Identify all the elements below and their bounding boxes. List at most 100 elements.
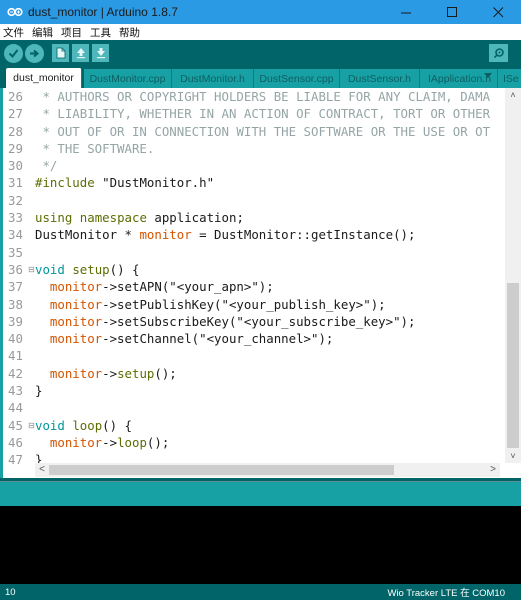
code-line[interactable]: * OUT OF OR IN CONNECTION WITH THE SOFTW… bbox=[35, 123, 497, 140]
line-number-text: 47 bbox=[8, 452, 23, 468]
vertical-scroll-thumb[interactable] bbox=[507, 283, 519, 448]
code-token: void bbox=[35, 417, 65, 433]
code-line[interactable]: } bbox=[35, 382, 497, 399]
scroll-up-icon[interactable]: ˄ bbox=[505, 88, 521, 102]
tab-iapplication-h[interactable]: IApplication.h bbox=[420, 69, 498, 88]
code-line[interactable]: void setup() { bbox=[35, 261, 497, 278]
line-number: 39 bbox=[3, 313, 35, 330]
line-number: 43 bbox=[3, 382, 35, 399]
line-number-text: 26 bbox=[8, 89, 23, 104]
menu-sketch[interactable]: 项目 bbox=[61, 25, 82, 40]
code-line[interactable]: #include "DustMonitor.h" bbox=[35, 174, 497, 191]
code-line[interactable] bbox=[35, 399, 497, 416]
line-number: 28 bbox=[3, 123, 35, 140]
code-line[interactable]: */ bbox=[35, 157, 497, 174]
line-number-text: 37 bbox=[8, 279, 23, 295]
menu-edit[interactable]: 编辑 bbox=[32, 25, 53, 40]
line-number: 40 bbox=[3, 330, 35, 347]
line-number-text: 40 bbox=[8, 331, 23, 347]
code-token: monitor bbox=[49, 296, 103, 312]
menu-file[interactable]: 文件 bbox=[3, 25, 24, 40]
code-token: */ bbox=[35, 158, 58, 174]
code-token: setup bbox=[117, 365, 155, 381]
upload-button[interactable] bbox=[25, 44, 44, 63]
vertical-scrollbar[interactable]: ˄ ˅ bbox=[505, 88, 521, 463]
scroll-down-icon[interactable]: ˅ bbox=[505, 449, 521, 463]
line-number: 44 bbox=[3, 399, 35, 416]
code-line[interactable]: DustMonitor * monitor = DustMonitor::get… bbox=[35, 226, 497, 243]
tab-dust-monitor[interactable]: dust_monitor bbox=[6, 68, 82, 88]
close-icon bbox=[492, 6, 503, 17]
scroll-left-icon[interactable]: < bbox=[35, 463, 49, 477]
code-line[interactable]: monitor->loop(); bbox=[35, 434, 497, 451]
code-line[interactable]: void loop() { bbox=[35, 417, 497, 434]
code-line[interactable]: * AUTHORS OR COPYRIGHT HOLDERS BE LIABLE… bbox=[35, 88, 497, 105]
horizontal-scroll-thumb[interactable] bbox=[49, 465, 394, 475]
code-line[interactable]: monitor->setPublishKey("<your_publish_ke… bbox=[35, 296, 497, 313]
tab-menu-dropdown-icon[interactable] bbox=[484, 73, 492, 78]
horizontal-scrollbar[interactable]: < > bbox=[35, 463, 500, 477]
line-number-text: 46 bbox=[8, 434, 23, 450]
line-number-text: 39 bbox=[8, 313, 23, 329]
code-token: monitor bbox=[49, 331, 103, 347]
title-bar: dust_monitor | Arduino 1.8.7 bbox=[0, 0, 521, 24]
fold-toggle-icon[interactable]: ⊟ bbox=[28, 417, 35, 434]
code-token: -> bbox=[102, 365, 118, 381]
code-token: ->setSubscribeKey("<your_subscribe_key>"… bbox=[102, 313, 416, 329]
code-token: monitor bbox=[49, 313, 103, 329]
verify-button[interactable] bbox=[4, 44, 23, 63]
maximize-icon bbox=[446, 6, 457, 17]
toolbar bbox=[0, 40, 521, 66]
code-line[interactable]: monitor->setAPN("<your_apn>"); bbox=[35, 278, 497, 295]
code-token: void bbox=[35, 261, 65, 277]
code-line[interactable]: using namespace application; bbox=[35, 209, 497, 226]
code-area[interactable]: * AUTHORS OR COPYRIGHT HOLDERS BE LIABLE… bbox=[35, 88, 497, 463]
line-number: 26 bbox=[3, 88, 35, 105]
maximize-button[interactable] bbox=[429, 0, 475, 24]
code-line[interactable] bbox=[35, 244, 497, 261]
code-line[interactable] bbox=[35, 192, 497, 209]
code-token: * THE SOFTWARE. bbox=[35, 140, 155, 156]
menu-help[interactable]: 帮助 bbox=[119, 25, 140, 40]
code-token: monitor bbox=[49, 434, 103, 450]
code-line[interactable]: * LIABILITY, WHETHER IN AN ACTION OF CON… bbox=[35, 105, 497, 122]
code-line[interactable]: * THE SOFTWARE. bbox=[35, 140, 497, 157]
code-line[interactable]: } bbox=[35, 451, 497, 463]
close-button[interactable] bbox=[475, 0, 521, 24]
line-number-gutter: 26 27 28 29 30 31 32 33 34 35 36 ⊟ 37 38 39 40 41 42 43 44 4… bbox=[3, 88, 35, 467]
code-token: * OUT OF OR IN CONNECTION WITH THE SOFTW… bbox=[35, 123, 491, 139]
code-token: ->setPublishKey("<your_publish_key>"); bbox=[102, 296, 386, 312]
tab-dustmonitor-cpp[interactable]: DustMonitor.cpp bbox=[84, 69, 172, 88]
tab-dustmonitor-h[interactable]: DustMonitor.h bbox=[172, 69, 254, 88]
menu-tools[interactable]: 工具 bbox=[90, 25, 111, 40]
code-token: -> bbox=[102, 434, 118, 450]
open-button[interactable] bbox=[72, 44, 89, 62]
code-token: (); bbox=[146, 434, 170, 450]
tab-bar: dust_monitor DustMonitor.cpp DustMonitor… bbox=[0, 66, 521, 88]
code-line[interactable] bbox=[35, 347, 497, 364]
new-button[interactable] bbox=[52, 44, 69, 62]
console-output[interactable] bbox=[0, 506, 521, 584]
line-number: 36 ⊟ bbox=[3, 261, 35, 278]
minimize-button[interactable] bbox=[383, 0, 429, 24]
code-line[interactable]: monitor->setup(); bbox=[35, 365, 497, 382]
serial-monitor-button[interactable] bbox=[489, 44, 508, 62]
scroll-right-icon[interactable]: > bbox=[486, 463, 500, 477]
save-button[interactable] bbox=[92, 44, 109, 62]
code-line[interactable]: monitor->setSubscribeKey("<your_subscrib… bbox=[35, 313, 497, 330]
code-token: DustMonitor * bbox=[35, 227, 140, 243]
fold-toggle-icon[interactable]: ⊟ bbox=[28, 261, 35, 278]
line-number-text: 28 bbox=[8, 123, 23, 139]
tab-dustsensor-cpp[interactable]: DustSensor.cpp bbox=[254, 69, 340, 88]
tab-ise[interactable]: ISe bbox=[498, 69, 521, 88]
window-title: dust_monitor | Arduino 1.8.7 bbox=[28, 5, 178, 19]
menu-bar: 文件 编辑 项目 工具 帮助 bbox=[0, 24, 521, 40]
code-editor[interactable]: 26 27 28 29 30 31 32 33 34 35 36 ⊟ 37 38 39 40 41 42 43 44 4… bbox=[0, 88, 521, 478]
tab-dustsensor-h[interactable]: DustSensor.h bbox=[340, 69, 420, 88]
line-number: 47 bbox=[3, 451, 35, 468]
code-line[interactable]: monitor->setChannel("<your_channel>"); bbox=[35, 330, 497, 347]
code-token: () { bbox=[109, 261, 140, 277]
